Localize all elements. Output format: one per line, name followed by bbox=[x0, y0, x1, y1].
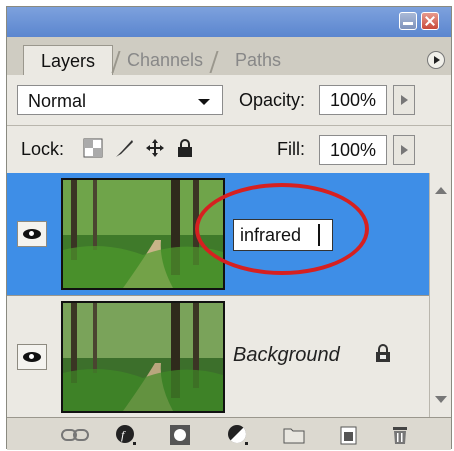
lock-label: Lock: bbox=[21, 139, 65, 159]
text-cursor bbox=[318, 224, 320, 246]
tab-paths[interactable]: Paths bbox=[219, 45, 297, 75]
opacity-input[interactable]: 100% bbox=[319, 85, 387, 115]
blend-mode-value: Normal bbox=[28, 91, 87, 111]
close-icon[interactable] bbox=[421, 12, 439, 30]
fill-input[interactable]: 100% bbox=[319, 135, 387, 165]
chevron-down-icon bbox=[198, 99, 210, 105]
layer-thumbnail bbox=[61, 301, 225, 413]
minimize-icon[interactable] bbox=[399, 12, 417, 30]
layer-lock-icon bbox=[376, 344, 390, 362]
fill-stepper[interactable] bbox=[393, 135, 415, 165]
blend-mode-select[interactable]: Normal bbox=[17, 85, 223, 115]
scroll-down-icon[interactable] bbox=[435, 396, 447, 403]
layer-list: infrared Background bbox=[7, 173, 429, 418]
layer-name-background: Background bbox=[233, 344, 340, 366]
trash-icon[interactable] bbox=[389, 424, 411, 446]
opacity-stepper[interactable] bbox=[393, 85, 415, 115]
lock-all-icon[interactable] bbox=[175, 138, 195, 158]
new-layer-icon[interactable] bbox=[337, 424, 359, 446]
tab-layers[interactable]: Layers bbox=[23, 45, 113, 76]
tab-channels[interactable]: Channels bbox=[119, 45, 211, 75]
tab-bar: Layers Channels Paths bbox=[7, 37, 451, 76]
link-icon[interactable] bbox=[61, 424, 91, 446]
layer-row-background[interactable]: Background bbox=[7, 295, 429, 418]
layer-row-infrared[interactable]: infrared bbox=[7, 173, 429, 295]
lock-pixels-brush-icon[interactable] bbox=[115, 138, 135, 158]
lock-position-move-icon[interactable] bbox=[145, 138, 165, 158]
layer-style-icon[interactable]: f bbox=[115, 424, 137, 446]
forest-thumbnail-image bbox=[63, 303, 223, 411]
blend-row: Normal Opacity: 100% bbox=[7, 75, 451, 125]
layer-list-scrollbar[interactable] bbox=[429, 173, 451, 417]
lock-transparency-icon[interactable] bbox=[83, 138, 103, 158]
panel-titlebar bbox=[7, 7, 451, 37]
fill-label: Fill: bbox=[277, 139, 305, 159]
lock-row: Lock: Fill: 100% bbox=[7, 125, 451, 175]
opacity-label: Opacity: bbox=[239, 90, 306, 110]
layer-name-value: infrared bbox=[240, 225, 302, 245]
panel-footer-toolbar: f bbox=[7, 417, 451, 450]
adjustment-icon[interactable] bbox=[227, 424, 249, 446]
folder-icon[interactable] bbox=[283, 424, 305, 446]
visibility-eye-icon[interactable] bbox=[17, 344, 47, 370]
layer-name-input[interactable]: infrared bbox=[233, 219, 333, 251]
mask-icon[interactable] bbox=[169, 424, 191, 446]
scroll-up-icon[interactable] bbox=[435, 187, 447, 194]
layers-panel: Layers Channels Paths Normal Opacity: 10… bbox=[6, 6, 452, 450]
visibility-eye-icon[interactable] bbox=[17, 221, 47, 247]
panel-menu-icon[interactable] bbox=[427, 51, 445, 69]
